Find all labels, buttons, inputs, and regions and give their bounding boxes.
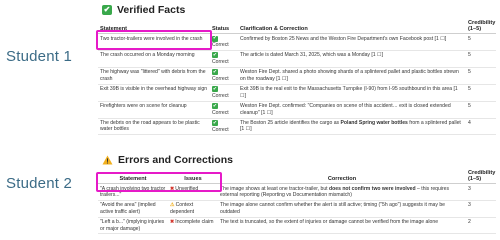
credibility-cell: 3	[466, 183, 496, 201]
errors-panel: Errors and Corrections Statement Issues …	[96, 150, 498, 240]
status-cell: ✔ Correct	[210, 101, 238, 119]
check-icon: ✔	[212, 102, 218, 110]
student-1-label: Student 1	[6, 48, 73, 65]
correction-text: The image shows at least one tractor-tra…	[220, 185, 330, 192]
statement-cell: "Left a b..." (implying injuries or majo…	[98, 217, 168, 235]
table-row: The debris on the road appears to be pla…	[98, 118, 496, 136]
status-text: Correct	[212, 126, 229, 133]
status-cell: ✔ Correct	[210, 84, 238, 102]
credibility-cell: 5	[466, 67, 496, 85]
status-cell: ✔ Correct	[210, 50, 238, 68]
col-credibility: Credibility (1–5)	[466, 169, 496, 184]
verified-facts-panel: ✔ Verified Facts Statement Status Clarif…	[96, 2, 498, 136]
issue-text: Incomplete claim	[175, 219, 214, 226]
col-clarification: Clarification & Correction	[238, 19, 466, 34]
note-bold-text: Poland Spring water bottles	[340, 120, 408, 127]
statement-cell: "Avoid the area" (implied active traffic…	[98, 200, 168, 218]
status-text: Correct	[212, 58, 229, 65]
table-row: "Avoid the area" (implied active traffic…	[98, 200, 496, 218]
col-status: Status	[210, 19, 238, 34]
note-cell: Weston Fire Dept. shared a photo showing…	[238, 67, 466, 85]
warning-icon	[102, 155, 113, 165]
status-cell: ✔ Correct	[210, 118, 238, 136]
verified-facts-heading: ✔ Verified Facts	[102, 4, 498, 16]
status-cell: ✔ Correct	[210, 67, 238, 85]
x-icon: ✖	[170, 219, 175, 226]
credibility-cell: 5	[466, 33, 496, 51]
credibility-cell: 4	[466, 118, 496, 136]
check-icon: ✔	[102, 5, 112, 15]
note-cell: Exit 39B is the real exit to the Massach…	[238, 84, 466, 102]
warning-icon: ⚠	[170, 202, 175, 209]
table-row: "Left a b..." (implying injuries or majo…	[98, 217, 496, 235]
table-row: The highway was "littered" with debris f…	[98, 67, 496, 85]
statement-cell: Exit 39B is visible in the overhead high…	[98, 84, 210, 102]
col-correction: Correction	[218, 169, 466, 184]
correction-bold-text: does not confirm two were involved	[329, 185, 416, 192]
verified-facts-title: Verified Facts	[117, 4, 186, 16]
check-icon: ✔	[212, 51, 218, 59]
note-cell: Weston Fire Dept. confirmed: "Companies …	[238, 101, 466, 119]
issue-cell: ✖Incomplete claim	[168, 217, 218, 235]
table-row: The crash occurred on a Monday morning ✔…	[98, 50, 496, 68]
table-row: Firefighters were on scene for cleanup ✔…	[98, 101, 496, 119]
credibility-cell: 2	[466, 217, 496, 235]
credibility-cell: 5	[466, 101, 496, 119]
correction-cell: The image alone cannot confirm whether t…	[218, 200, 466, 218]
correction-cell: The image shows at least one tractor-tra…	[218, 183, 466, 201]
statement-cell: The debris on the road appears to be pla…	[98, 118, 210, 136]
statement-highlight-box	[96, 172, 222, 192]
status-text: Correct	[212, 42, 229, 48]
correction-cell: The text is truncated, so the extent of …	[218, 217, 466, 235]
statement-cell: The highway was "littered" with debris f…	[98, 67, 210, 85]
note-text: The Boston 25 article identifies the car…	[240, 120, 341, 127]
table-row: Exit 39B is visible in the overhead high…	[98, 84, 496, 102]
check-icon: ✔	[212, 35, 218, 42]
credibility-cell: 5	[466, 50, 496, 68]
status-text: Correct	[212, 75, 229, 82]
issue-cell: ⚠Context dependent	[168, 200, 218, 218]
errors-title: Errors and Corrections	[118, 154, 233, 166]
note-cell: The Boston 25 article identifies the car…	[238, 118, 466, 136]
check-icon: ✔	[212, 85, 218, 93]
check-icon: ✔	[212, 68, 218, 76]
check-icon: ✔	[212, 119, 218, 127]
statement-cell: The crash occurred on a Monday morning	[98, 50, 210, 68]
note-cell: The article is dated March 31, 2025, whi…	[238, 50, 466, 68]
col-credibility: Credibility (1–5)	[466, 19, 496, 34]
statement-cell: Firefighters were on scene for cleanup	[98, 101, 210, 119]
status-text: Correct	[212, 109, 229, 116]
student-2-label: Student 2	[6, 175, 73, 192]
errors-heading: Errors and Corrections	[102, 154, 498, 166]
credibility-cell: 3	[466, 200, 496, 218]
status-text: Correct	[212, 92, 229, 99]
statement-highlight-box	[96, 30, 212, 50]
status-cell: ✔ Correct	[210, 33, 238, 51]
credibility-cell: 5	[466, 84, 496, 102]
note-cell: Confirmed by Boston 25 News and the West…	[238, 33, 466, 51]
